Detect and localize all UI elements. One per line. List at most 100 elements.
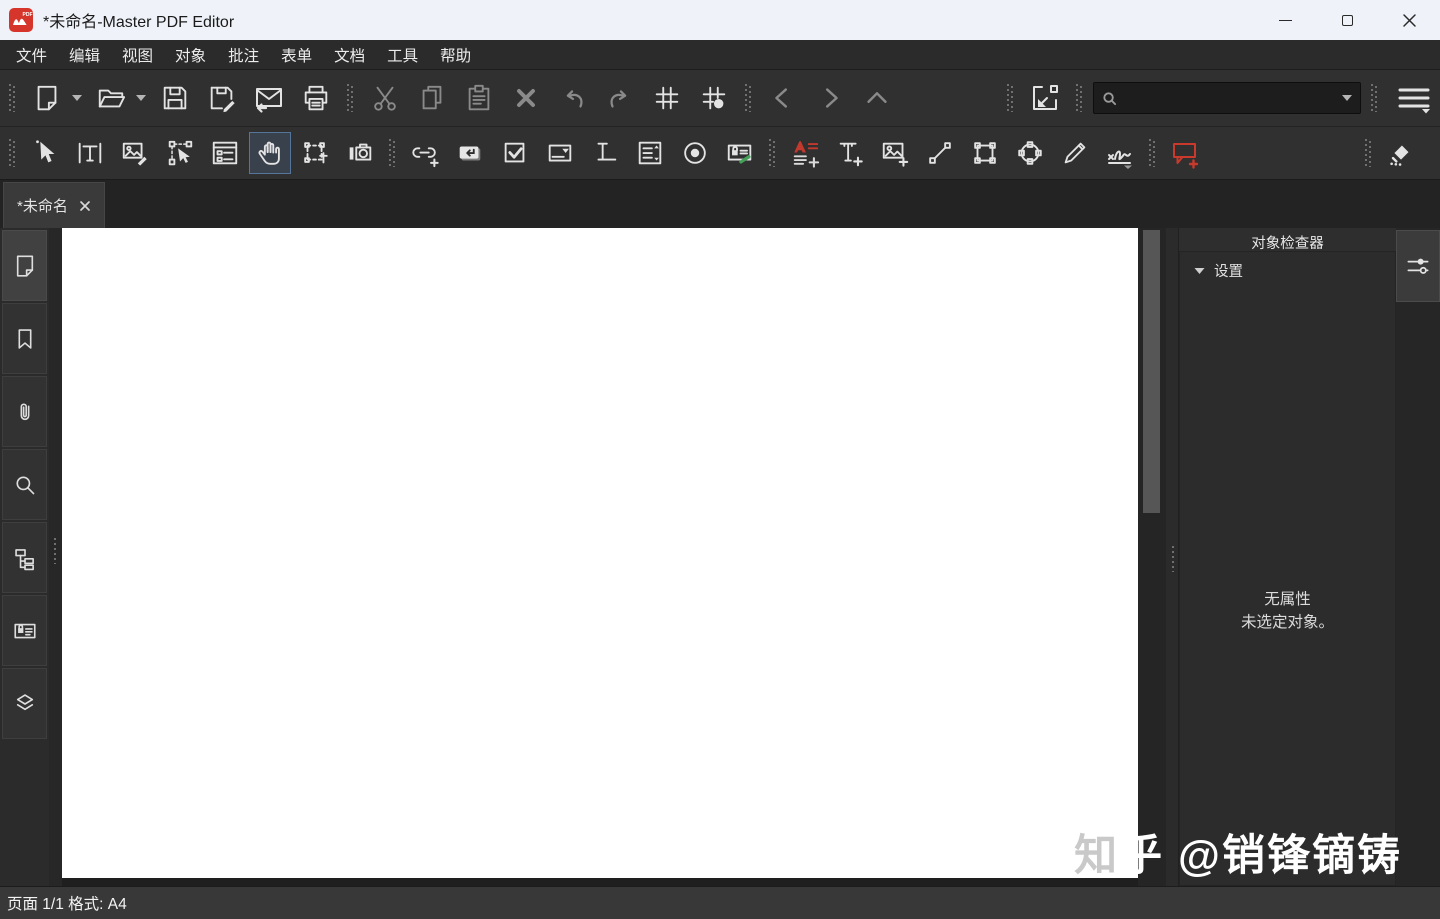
vertical-scrollbar[interactable] — [1138, 228, 1166, 886]
app-logo-icon: PDF — [9, 8, 33, 32]
hamburger-menu-icon — [1398, 88, 1430, 114]
sidebar-pages-button[interactable] — [2, 230, 47, 301]
sidebar-signatures-button[interactable] — [2, 595, 47, 666]
toolbar-grip[interactable] — [9, 84, 16, 112]
toolbar-grip[interactable] — [1007, 84, 1014, 112]
pencil-icon — [1064, 142, 1086, 164]
form-list-tool-button[interactable] — [204, 132, 246, 174]
close-button[interactable] — [1378, 0, 1440, 40]
toolbar-grip[interactable] — [9, 139, 16, 167]
combobox-field-button[interactable] — [539, 132, 581, 174]
eraser-tool-button[interactable] — [1380, 132, 1422, 174]
sliders-icon — [1407, 258, 1429, 274]
sticky-note-button[interactable] — [1164, 132, 1206, 174]
panel-splitter[interactable] — [1166, 228, 1178, 886]
radio-field-button[interactable] — [674, 132, 716, 174]
toolbar-grip[interactable] — [347, 84, 354, 112]
new-document-dropdown[interactable] — [69, 77, 85, 119]
menu-document[interactable]: 文档 — [323, 41, 376, 69]
menu-object[interactable]: 对象 — [164, 41, 217, 69]
search-dropdown-icon[interactable] — [1342, 95, 1352, 101]
open-file-dropdown[interactable] — [133, 77, 149, 119]
select-region-icon — [304, 142, 328, 164]
select-region-tool-button[interactable] — [294, 132, 336, 174]
sidebar-structure-button[interactable] — [2, 522, 47, 593]
text-field-button[interactable] — [584, 132, 626, 174]
checkbox-field-button[interactable] — [494, 132, 536, 174]
menu-file[interactable]: 文件 — [5, 41, 58, 69]
redo-button[interactable] — [599, 77, 641, 119]
eraser-icon — [1390, 145, 1409, 166]
paste-button[interactable] — [458, 77, 500, 119]
signature-tool-button[interactable] — [1099, 132, 1141, 174]
snap-to-grid-button[interactable] — [693, 77, 735, 119]
delete-button[interactable] — [505, 77, 547, 119]
ellipse-tool-button[interactable] — [1009, 132, 1051, 174]
checkbox-icon — [504, 142, 525, 163]
minimize-button[interactable] — [1254, 0, 1316, 40]
highlight-text-button[interactable] — [784, 132, 826, 174]
pencil-tool-button[interactable] — [1054, 132, 1096, 174]
menu-tools[interactable]: 工具 — [376, 41, 429, 69]
menu-annotation[interactable]: 批注 — [217, 41, 270, 69]
save-as-button[interactable] — [201, 77, 243, 119]
snapshot-tool-button[interactable] — [339, 132, 381, 174]
search-icon — [15, 475, 34, 494]
add-image-icon — [882, 142, 909, 167]
sidebar-attachments-button[interactable] — [2, 376, 47, 447]
properties-panel-tab[interactable] — [1396, 230, 1440, 302]
print-button[interactable] — [295, 77, 337, 119]
scrollbar-thumb[interactable] — [1143, 230, 1160, 513]
sidebar-layers-button[interactable] — [2, 668, 47, 739]
link-tool-button[interactable] — [404, 132, 446, 174]
edit-text-tool-button[interactable] — [69, 132, 111, 174]
signature-field-button[interactable] — [719, 132, 761, 174]
parent-up-button[interactable] — [856, 77, 898, 119]
menu-edit[interactable]: 编辑 — [58, 41, 111, 69]
edit-forms-tool-button[interactable] — [159, 132, 201, 174]
save-button[interactable] — [154, 77, 196, 119]
toolbar-grip[interactable] — [389, 139, 396, 167]
toolbar-grip[interactable] — [1076, 84, 1083, 112]
menu-forms[interactable]: 表单 — [270, 41, 323, 69]
undo-button[interactable] — [552, 77, 594, 119]
maximize-button[interactable] — [1316, 0, 1378, 40]
tab-close-icon[interactable] — [79, 200, 91, 212]
toolbar-grip[interactable] — [769, 139, 776, 167]
previous-page-button[interactable] — [762, 77, 804, 119]
rectangle-tool-button[interactable] — [964, 132, 1006, 174]
edit-image-tool-button[interactable] — [114, 132, 156, 174]
document-page[interactable] — [62, 228, 1138, 878]
toolbar-grip[interactable] — [745, 84, 752, 112]
menu-help[interactable]: 帮助 — [429, 41, 482, 69]
search-input[interactable] — [1123, 90, 1336, 106]
cut-button[interactable] — [364, 77, 406, 119]
copy-button[interactable] — [411, 77, 453, 119]
hand-tool-button[interactable] — [249, 132, 291, 174]
sidebar-bookmarks-button[interactable] — [2, 303, 47, 374]
chevron-left-icon — [775, 88, 788, 108]
add-image-button[interactable] — [874, 132, 916, 174]
document-tab[interactable]: *未命名 — [3, 182, 105, 228]
next-page-button[interactable] — [809, 77, 851, 119]
email-button[interactable] — [248, 77, 290, 119]
toolbar-grip[interactable] — [1149, 139, 1156, 167]
new-document-button[interactable] — [26, 77, 68, 119]
sidebar-splitter[interactable] — [49, 228, 62, 886]
show-grid-button[interactable] — [646, 77, 688, 119]
toolbar-grip[interactable] — [1371, 84, 1378, 112]
listbox-field-button[interactable] — [629, 132, 671, 174]
left-sidebar — [0, 228, 62, 886]
empty-state-line2: 未选定对象。 — [1240, 614, 1334, 632]
select-tool-button[interactable] — [24, 132, 66, 174]
inspector-settings-row[interactable]: 设置 — [1180, 252, 1395, 281]
line-tool-button[interactable] — [919, 132, 961, 174]
main-menu-button[interactable] — [1388, 77, 1440, 119]
fit-page-button[interactable] — [1024, 77, 1066, 119]
add-text-button[interactable] — [829, 132, 871, 174]
sidebar-search-button[interactable] — [2, 449, 47, 520]
menu-view[interactable]: 视图 — [111, 41, 164, 69]
toolbar-grip[interactable] — [1365, 139, 1372, 167]
open-file-button[interactable] — [90, 77, 132, 119]
button-field-button[interactable] — [449, 132, 491, 174]
